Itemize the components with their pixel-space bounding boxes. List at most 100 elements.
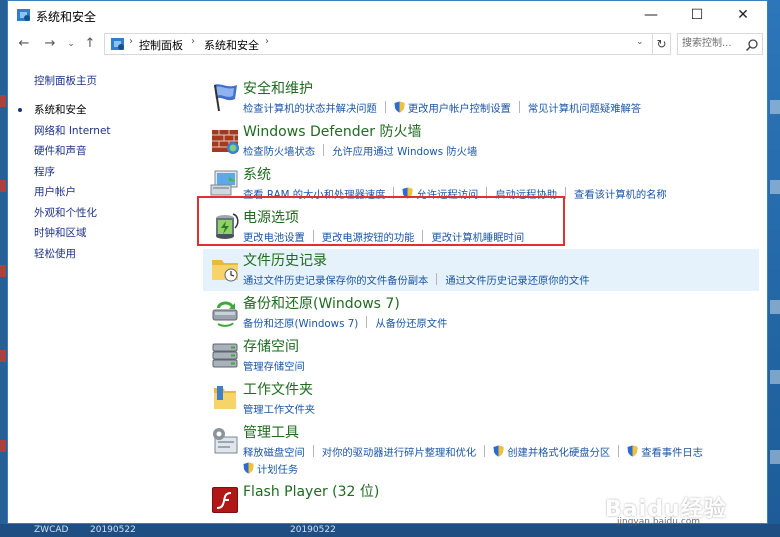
file-history-icon[interactable] <box>209 253 241 285</box>
category-work-folders: 工作文件夹 管理工作文件夹 <box>203 378 759 420</box>
uac-shield-icon <box>493 445 504 457</box>
up-button[interactable]: ↑ <box>82 36 98 52</box>
category-title[interactable]: 安全和维护 <box>243 78 313 98</box>
category-file-history: 文件历史记录 通过文件历史记录保存你的文件备份副本 通过文件历史记录还原你的文件 <box>203 249 759 291</box>
category-title[interactable]: Flash Player (32 位) <box>243 481 379 501</box>
flash-icon[interactable] <box>209 484 241 516</box>
breadcrumb-separator[interactable]: › <box>265 36 269 47</box>
link-restore-from-backup[interactable]: 从备份还原文件 <box>375 315 447 330</box>
desktop-label[interactable]: 20190522 <box>290 525 336 535</box>
link-firewall-status[interactable]: 检查防火墙状态 <box>243 143 315 158</box>
link-check-status[interactable]: 检查计算机的状态并解决问题 <box>243 100 377 115</box>
desktop-label[interactable]: ZWCAD <box>34 525 68 535</box>
category-title[interactable]: 系统 <box>243 164 271 184</box>
category-title[interactable]: 文件历史记录 <box>243 250 327 270</box>
link-manage-work-folders[interactable]: 管理工作文件夹 <box>243 401 315 416</box>
category-backup-restore: 备份和还原(Windows 7) 备份和还原(Windows 7) 从备份还原文件 <box>203 292 759 334</box>
link-uac-settings[interactable]: 更改用户帐户控制设置 <box>408 100 511 115</box>
watermark-url: jingyan.baidu.com <box>617 517 701 527</box>
title-bar[interactable]: 系统和安全 — ☐ ✕ <box>8 1 767 29</box>
backup-icon[interactable] <box>209 296 241 328</box>
admin-tools-icon[interactable] <box>209 425 241 457</box>
window-title: 系统和安全 <box>36 10 97 24</box>
sidebar-item-system-security[interactable]: 系统和安全 <box>34 102 87 117</box>
control-panel-icon <box>17 9 30 21</box>
category-title[interactable]: 备份和还原(Windows 7) <box>243 293 400 313</box>
desktop-icon <box>0 350 6 362</box>
desktop-right-strip <box>768 0 780 524</box>
link-disk-cleanup[interactable]: 释放磁盘空间 <box>243 444 305 459</box>
breadcrumb-separator[interactable]: › <box>129 36 133 47</box>
close-button[interactable]: ✕ <box>720 1 766 29</box>
sidebar-item-user-accounts[interactable]: 用户帐户 <box>34 184 76 199</box>
breadcrumb-control-panel[interactable]: 控制面板 <box>139 37 183 53</box>
minimize-button[interactable]: — <box>628 1 674 29</box>
link-event-logs[interactable]: 查看事件日志 <box>641 444 703 459</box>
address-toolbar: ← → ⌄ ↑ › 控制面板 › 系统和安全 › ⌄ ↻ <box>8 30 767 58</box>
uac-shield-icon <box>627 445 638 457</box>
sidebar-item-home[interactable]: 控制面板主页 <box>34 73 97 88</box>
sidebar: 控制面板主页 系统和安全 网络和 Internet 硬件和声音 程序 用户帐户 … <box>8 59 188 519</box>
link-backup-restore-win7[interactable]: 备份和还原(Windows 7) <box>243 315 358 330</box>
search-box[interactable] <box>677 33 763 55</box>
breadcrumb-system-security[interactable]: 系统和安全 <box>204 37 259 53</box>
breadcrumb-separator[interactable]: › <box>191 36 195 47</box>
address-dropdown-button[interactable]: ⌄ <box>636 37 648 47</box>
desktop-icon <box>0 95 6 107</box>
category-storage-spaces: 存储空间 管理存储空间 <box>203 335 759 377</box>
back-button[interactable]: ← <box>16 36 32 52</box>
desktop-icon <box>770 180 780 194</box>
link-troubleshoot[interactable]: 常见计算机问题疑难解答 <box>528 100 641 115</box>
link-divider <box>366 316 368 328</box>
desktop-label[interactable]: 20190522 <box>90 525 136 535</box>
work-folder-icon[interactable] <box>209 382 241 414</box>
link-defragment[interactable]: 对你的驱动器进行碎片整理和优化 <box>322 444 476 459</box>
desktop-icon <box>0 440 6 452</box>
sidebar-item-appearance[interactable]: 外观和个性化 <box>34 205 97 220</box>
recent-locations-button[interactable]: ⌄ <box>63 36 79 52</box>
sidebar-item-ease-of-access[interactable]: 轻松使用 <box>34 246 76 261</box>
storage-icon[interactable] <box>209 339 241 371</box>
address-box[interactable]: › 控制面板 › 系统和安全 › ⌄ <box>104 33 653 55</box>
maximize-button[interactable]: ☐ <box>674 1 720 29</box>
search-input[interactable] <box>680 35 746 52</box>
firewall-icon[interactable] <box>209 124 241 156</box>
category-title[interactable]: 存储空间 <box>243 336 299 356</box>
category-title[interactable]: 工作文件夹 <box>243 379 313 399</box>
sidebar-item-network[interactable]: 网络和 Internet <box>34 123 111 138</box>
refresh-button[interactable]: ↻ <box>653 33 671 55</box>
desktop-icon <box>0 180 6 192</box>
desktop-icon <box>770 450 780 464</box>
category-admin-tools: 管理工具 释放磁盘空间 对你的驱动器进行碎片整理和优化 创建并格式化硬盘分区 查看事件… <box>203 421 759 477</box>
category-title[interactable]: Windows Defender 防火墙 <box>243 121 421 141</box>
category-list: 安全和维护 检查计算机的状态并解决问题 更改用户帐户控制设置 常见计算机问题疑难解答… <box>197 67 763 517</box>
link-save-backup[interactable]: 通过文件历史记录保存你的文件备份副本 <box>243 272 428 287</box>
link-computer-name[interactable]: 查看该计算机的名称 <box>574 186 667 201</box>
sidebar-item-clock-region[interactable]: 时钟和区域 <box>34 225 87 240</box>
link-restore-files[interactable]: 通过文件历史记录还原你的文件 <box>445 272 589 287</box>
sidebar-item-hardware-sound[interactable]: 硬件和声音 <box>34 143 87 158</box>
current-item-bullet <box>18 108 22 112</box>
link-manage-storage[interactable]: 管理存储空间 <box>243 358 305 373</box>
search-icon[interactable] <box>745 38 759 52</box>
link-divider <box>436 273 438 285</box>
link-create-partitions[interactable]: 创建并格式化硬盘分区 <box>507 444 610 459</box>
category-title[interactable]: 管理工具 <box>243 422 299 442</box>
sidebar-item-programs[interactable]: 程序 <box>34 164 55 179</box>
category-security-maintenance: 安全和维护 检查计算机的状态并解决问题 更改用户帐户控制设置 常见计算机问题疑难解答 <box>203 77 759 119</box>
link-divider <box>312 445 314 457</box>
desktop-icon <box>770 370 780 384</box>
computer-icon[interactable] <box>209 167 241 199</box>
uac-shield-icon <box>243 462 254 474</box>
link-divider <box>565 187 567 199</box>
link-schedule-tasks[interactable]: 计划任务 <box>257 464 298 476</box>
link-allow-app[interactable]: 允许应用通过 Windows 防火墙 <box>332 143 477 158</box>
uac-shield-icon <box>394 101 405 113</box>
flag-icon[interactable] <box>209 81 241 113</box>
link-divider <box>323 144 325 156</box>
forward-button[interactable]: → <box>42 36 58 52</box>
desktop-icon <box>770 300 780 314</box>
link-divider <box>518 101 520 113</box>
highlight-box <box>197 196 565 246</box>
control-panel-window: 系统和安全 — ☐ ✕ ← → ⌄ ↑ › 控制面板 › 系统和安全 › ⌄ ↻ <box>7 0 768 527</box>
